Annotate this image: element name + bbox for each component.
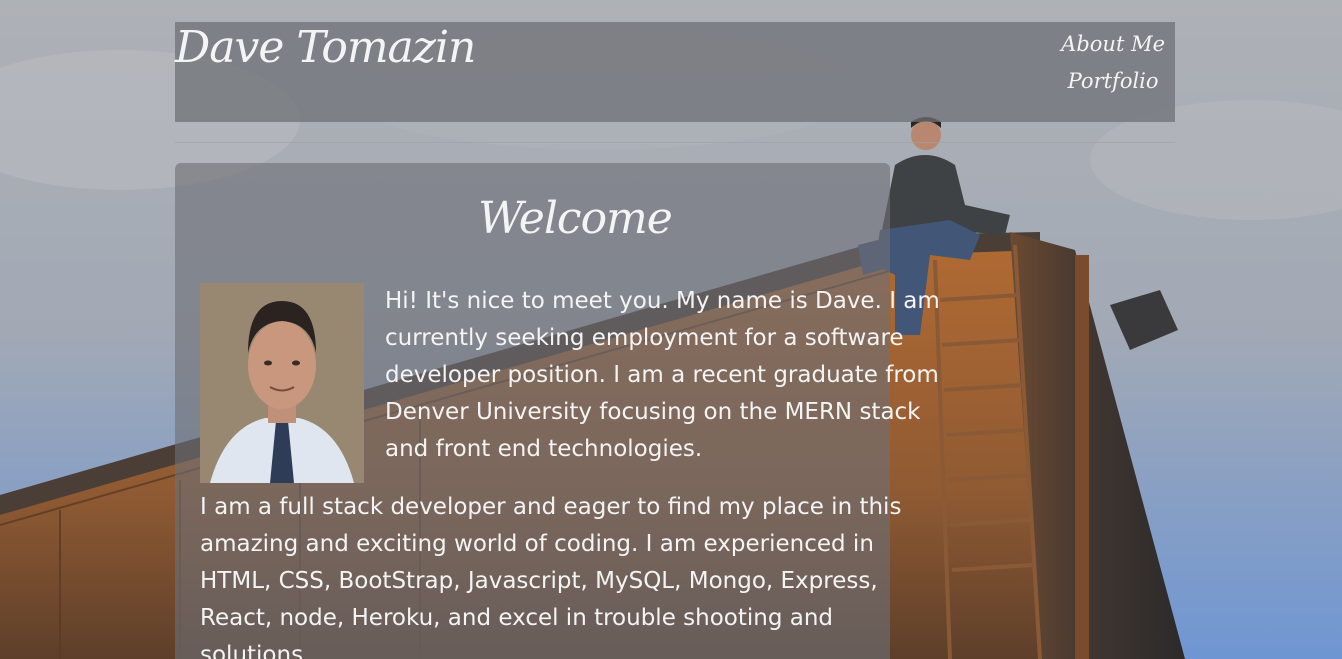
welcome-card: Welcome Hi! It's nice to meet you. My na…: [175, 163, 940, 659]
intro-paragraph: Hi! It's nice to meet you. My name is Da…: [385, 288, 940, 462]
nav-link-portfolio[interactable]: Portfolio: [1068, 63, 1159, 100]
nav-link-about-me[interactable]: About Me: [1061, 26, 1165, 63]
profile-photo: [200, 283, 364, 483]
header-divider: [175, 142, 1175, 143]
brand-link[interactable]: Dave Tomazin: [175, 22, 476, 73]
navbar: Dave Tomazin About Me Portfolio: [175, 22, 1175, 122]
welcome-heading: Welcome: [478, 193, 673, 244]
nav-links: About Me Portfolio: [1061, 26, 1165, 100]
bio-paragraph: I am a full stack developer and eager to…: [200, 494, 902, 659]
